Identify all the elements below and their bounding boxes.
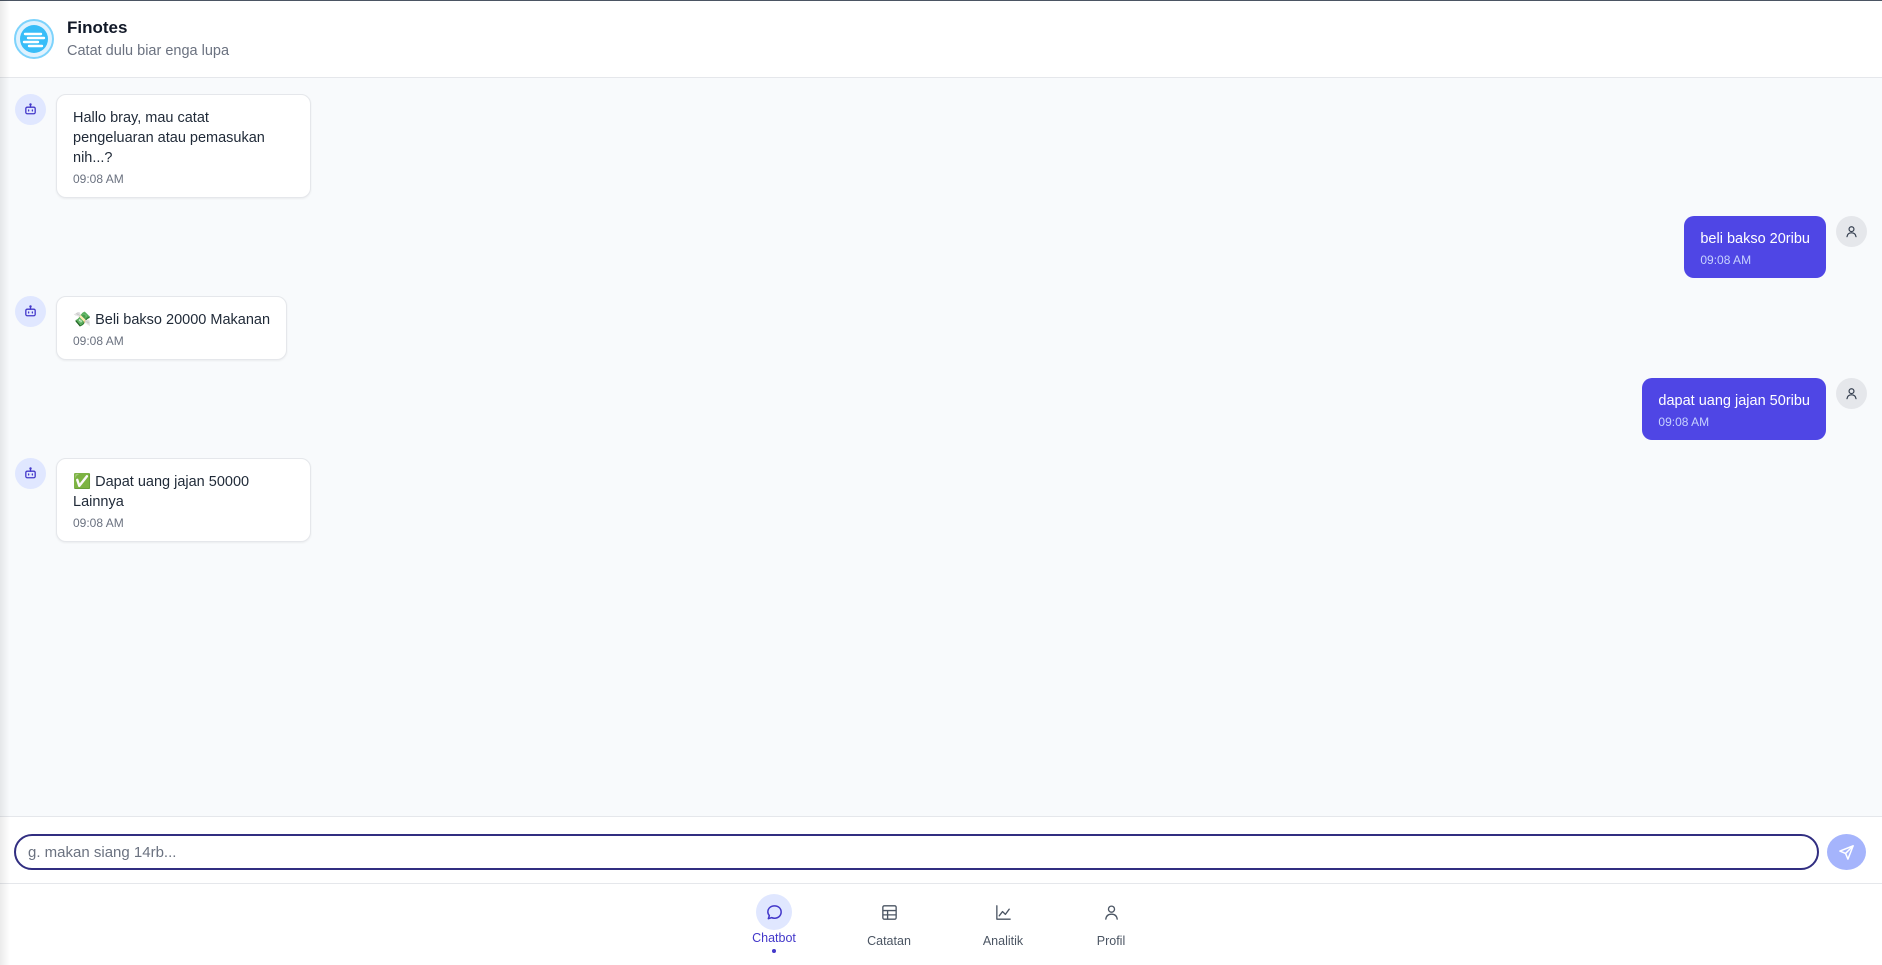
bot-message-bubble: 💸 Beli bakso 20000 Makanan 09:08 AM [56, 296, 288, 360]
message-time: 09:08 AM [1658, 415, 1710, 429]
message-time: 09:08 AM [73, 334, 124, 348]
message-text: beli bakso 20ribu [1700, 231, 1810, 247]
message-text: ✅ Dapat uang jajan 50000 Lainnya [73, 474, 250, 510]
bot-avatar-icon [15, 296, 46, 327]
user-icon [1093, 894, 1129, 930]
brand: Finotes Catat dulu biar enga lupa [67, 17, 229, 61]
nav-item-profil[interactable]: Profil [1066, 894, 1156, 949]
active-indicator-dot [772, 949, 776, 953]
message-row-user: dapat uang jajan 50ribu 09:08 AM [1642, 378, 1867, 440]
message-text: 💸 Beli bakso 20000 Makanan [73, 312, 271, 328]
bot-message-bubble: ✅ Dapat uang jajan 50000 Lainnya 09:08 A… [56, 458, 311, 542]
bottom-nav: Chatbot Catatan Analitik Profil [0, 884, 1882, 965]
user-avatar-icon [1836, 216, 1867, 247]
nav-item-analitik[interactable]: Analitik [958, 894, 1048, 949]
message-row-bot: 💸 Beli bakso 20000 Makanan 09:08 AM [15, 296, 288, 360]
bot-message-bubble: Hallo bray, mau catat pengeluaran atau p… [56, 94, 311, 198]
money-emoji-icon: 💸 [73, 312, 92, 328]
message-time: 09:08 AM [73, 516, 124, 530]
nav-label: Catatan [867, 934, 911, 948]
nav-label: Analitik [982, 934, 1024, 948]
message-row-bot: ✅ Dapat uang jajan 50000 Lainnya 09:08 A… [15, 458, 311, 542]
table-icon [871, 894, 907, 930]
nav-label: Profil [1096, 934, 1126, 948]
send-button[interactable] [1827, 834, 1866, 870]
nav-item-catatan[interactable]: Catatan [844, 894, 934, 949]
check-emoji-icon: ✅ [73, 474, 92, 490]
message-row-bot: Hallo bray, mau catat pengeluaran atau p… [15, 94, 311, 198]
message-input[interactable] [14, 834, 1819, 870]
bot-avatar-icon [15, 458, 46, 489]
line-chart-icon [985, 894, 1021, 930]
app-title: Finotes [67, 18, 128, 37]
app-header: Finotes Catat dulu biar enga lupa [0, 1, 1882, 78]
bot-avatar-icon [15, 94, 46, 125]
message-time: 09:08 AM [1700, 253, 1752, 267]
nav-label: Chatbot [752, 931, 796, 945]
message-composer [0, 816, 1882, 884]
app-logo-icon [14, 19, 54, 59]
chat-area[interactable]: Hallo bray, mau catat pengeluaran atau p… [0, 78, 1882, 816]
user-avatar-icon [1836, 378, 1867, 409]
send-icon [1839, 844, 1854, 860]
message-row-user: beli bakso 20ribu 09:08 AM [1684, 216, 1867, 278]
message-text: Hallo bray, mau catat pengeluaran atau p… [73, 110, 265, 166]
user-message-bubble: beli bakso 20ribu 09:08 AM [1684, 216, 1826, 278]
nav-item-chatbot[interactable]: Chatbot [729, 894, 819, 953]
chat-bubble-icon [756, 894, 792, 930]
message-text: dapat uang jajan 50ribu [1658, 393, 1810, 409]
message-time: 09:08 AM [73, 172, 124, 186]
app-subtitle: Catat dulu biar enga lupa [67, 43, 230, 59]
user-message-bubble: dapat uang jajan 50ribu 09:08 AM [1642, 378, 1826, 440]
